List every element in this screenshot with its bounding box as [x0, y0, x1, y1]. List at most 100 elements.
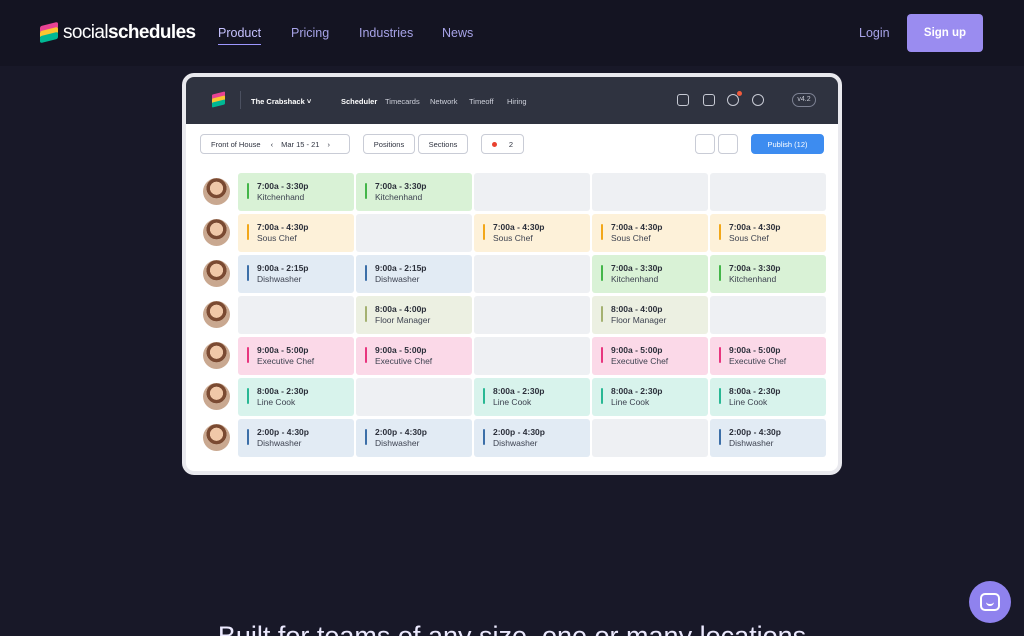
shift-card[interactable]: 8:00a - 2:30p Line Cook [592, 378, 708, 416]
shift-card[interactable]: 7:00a - 3:30p Kitchenhand [356, 173, 472, 211]
shift-time: 7:00a - 4:30p [493, 222, 545, 232]
shift-card[interactable]: 7:00a - 4:30p Sous Chef [474, 214, 590, 252]
shift-card[interactable]: 7:00a - 4:30p Sous Chef [710, 214, 826, 252]
nav-link-pricing[interactable]: Pricing [291, 26, 329, 40]
signup-button[interactable]: Sign up [907, 14, 983, 52]
shift-card[interactable]: 2:00p - 4:30p Dishwasher [356, 419, 472, 457]
shift-color-bar [365, 265, 367, 281]
shift-time: 7:00a - 3:30p [257, 181, 309, 191]
shift-role: Sous Chef [611, 233, 651, 243]
shift-time: 9:00a - 2:15p [257, 263, 309, 273]
empty-shift-slot[interactable] [474, 255, 590, 293]
shift-color-bar [365, 306, 367, 322]
empty-shift-slot[interactable] [356, 378, 472, 416]
chat-launcher-button[interactable] [969, 581, 1011, 623]
empty-shift-slot[interactable] [710, 173, 826, 211]
app-tab-network[interactable]: Network [430, 97, 458, 106]
notification-icon[interactable] [727, 91, 742, 106]
location-label: Front of House [211, 139, 261, 149]
nav-link-industries[interactable]: Industries [359, 26, 413, 40]
publish-button[interactable]: Publish (12) [751, 134, 824, 154]
shift-card[interactable]: 7:00a - 3:30p Kitchenhand [238, 173, 354, 211]
app-tab-hiring[interactable]: Hiring [507, 97, 527, 106]
book-icon[interactable] [677, 94, 689, 106]
shift-role: Dishwasher [375, 438, 420, 448]
shift-time: 7:00a - 4:30p [257, 222, 309, 232]
shift-time: 8:00a - 4:00p [611, 304, 663, 314]
empty-shift-slot[interactable] [474, 173, 590, 211]
employee-avatar[interactable] [203, 383, 230, 410]
logo-mark-icon [40, 21, 58, 44]
shift-card[interactable]: 9:00a - 5:00p Executive Chef [238, 337, 354, 375]
shift-card[interactable]: 9:00a - 5:00p Executive Chef [710, 337, 826, 375]
shift-card[interactable]: 8:00a - 4:00p Floor Manager [592, 296, 708, 334]
user-icon[interactable] [752, 94, 764, 106]
shift-card[interactable]: 7:00a - 3:30p Kitchenhand [592, 255, 708, 293]
empty-shift-slot[interactable] [592, 419, 708, 457]
employee-avatar[interactable] [203, 260, 230, 287]
shift-color-bar [483, 388, 485, 404]
empty-shift-slot[interactable] [710, 296, 826, 334]
shift-color-bar [601, 388, 603, 404]
shift-card[interactable]: 8:00a - 4:00p Floor Manager [356, 296, 472, 334]
shift-card[interactable]: 8:00a - 2:30p Line Cook [238, 378, 354, 416]
empty-shift-slot[interactable] [474, 337, 590, 375]
shift-card[interactable]: 2:00p - 4:30p Dishwasher [710, 419, 826, 457]
section-headline: Built for teams of any size, one or many… [217, 621, 807, 636]
print-icon[interactable] [718, 134, 738, 154]
shift-time: 8:00a - 4:00p [375, 304, 427, 314]
employee-avatar[interactable] [203, 342, 230, 369]
date-range: Mar 15 - 21 [281, 139, 320, 149]
alerts-button[interactable]: 2 [481, 134, 524, 154]
shift-card[interactable]: 7:00a - 4:30p Sous Chef [592, 214, 708, 252]
nav-link-news[interactable]: News [442, 26, 473, 40]
alert-dot-icon [491, 141, 497, 147]
wrench-icon[interactable] [695, 134, 715, 154]
shift-card[interactable]: 9:00a - 5:00p Executive Chef [356, 337, 472, 375]
shift-time: 8:00a - 2:30p [729, 386, 781, 396]
shift-card[interactable]: 7:00a - 4:30p Sous Chef [238, 214, 354, 252]
badge-icon[interactable] [703, 94, 715, 106]
empty-shift-slot[interactable] [592, 173, 708, 211]
shift-role: Kitchenhand [729, 274, 777, 284]
shift-color-bar [719, 224, 721, 240]
prev-week-icon[interactable]: ‹ [271, 140, 274, 149]
sections-button[interactable]: Sections [418, 134, 468, 154]
shift-card[interactable]: 8:00a - 2:30p Line Cook [474, 378, 590, 416]
employee-avatar[interactable] [203, 424, 230, 451]
empty-shift-slot[interactable] [474, 296, 590, 334]
shift-card[interactable]: 2:00p - 4:30p Dishwasher [474, 419, 590, 457]
nav-link-product[interactable]: Product [218, 26, 262, 45]
empty-shift-slot[interactable] [356, 214, 472, 252]
shift-card[interactable]: 9:00a - 2:15p Dishwasher [356, 255, 472, 293]
shift-color-bar [719, 265, 721, 281]
shift-color-bar [365, 183, 367, 199]
shift-time: 2:00p - 4:30p [257, 427, 309, 437]
shift-role: Line Cook [257, 397, 296, 407]
workspace-selector[interactable]: The Crabshack ˅ [251, 97, 311, 106]
shift-card[interactable]: 9:00a - 5:00p Executive Chef [592, 337, 708, 375]
employee-avatar[interactable] [203, 301, 230, 328]
app-tab-timecards[interactable]: Timecards [385, 97, 420, 106]
brand-logo[interactable]: socialschedules [40, 21, 196, 44]
login-link[interactable]: Login [859, 26, 890, 40]
shift-card[interactable]: 8:00a - 2:30p Line Cook [710, 378, 826, 416]
shift-color-bar [601, 224, 603, 240]
app-tab-scheduler[interactable]: Scheduler [341, 97, 377, 106]
shift-role: Dishwasher [375, 274, 420, 284]
week-selector[interactable]: Front of House ‹ Mar 15 - 21 › [200, 134, 350, 154]
empty-shift-slot[interactable] [238, 296, 354, 334]
employee-avatar[interactable] [203, 219, 230, 246]
shift-color-bar [601, 347, 603, 363]
shift-color-bar [247, 224, 249, 240]
next-week-icon[interactable]: › [327, 140, 330, 149]
shift-color-bar [719, 429, 721, 445]
shift-role: Sous Chef [729, 233, 769, 243]
shift-card[interactable]: 2:00p - 4:30p Dishwasher [238, 419, 354, 457]
positions-button[interactable]: Positions [363, 134, 415, 154]
app-tab-timeoff[interactable]: Timeoff [469, 97, 494, 106]
employee-avatar[interactable] [203, 178, 230, 205]
shift-time: 7:00a - 4:30p [611, 222, 663, 232]
shift-card[interactable]: 7:00a - 3:30p Kitchenhand [710, 255, 826, 293]
shift-card[interactable]: 9:00a - 2:15p Dishwasher [238, 255, 354, 293]
